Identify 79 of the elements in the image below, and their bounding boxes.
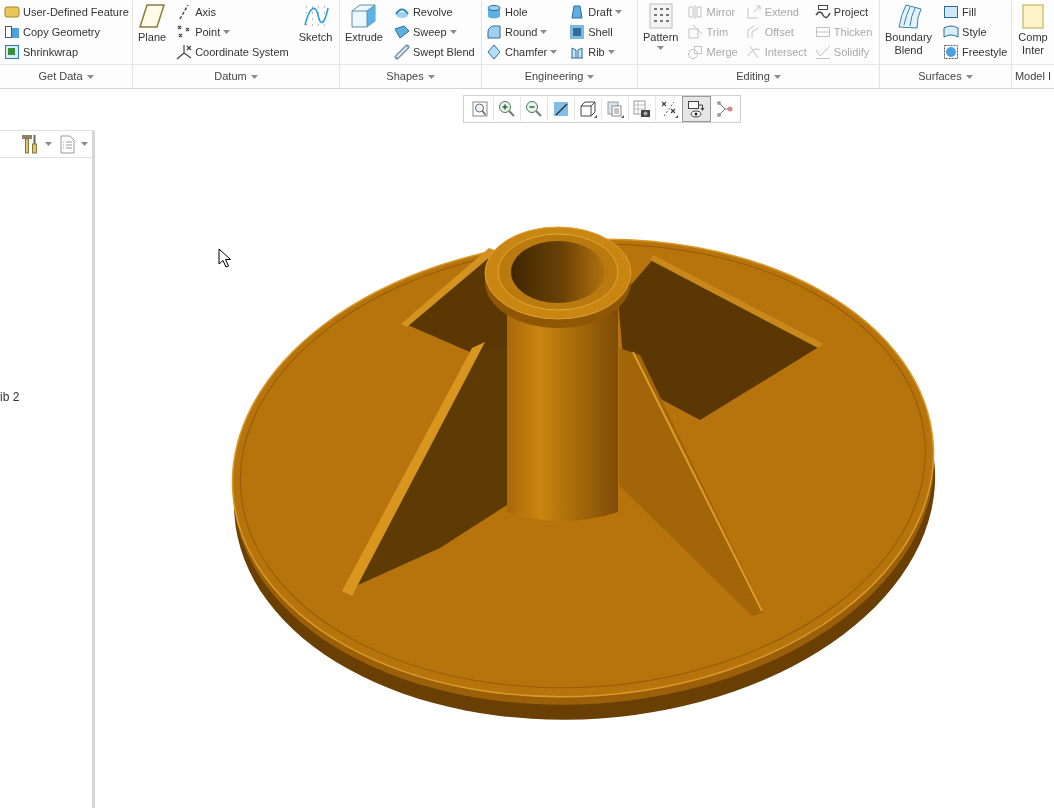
ribbon-button[interactable]: Hole bbox=[484, 2, 560, 22]
ribbon-large-button[interactable]: Pattern bbox=[640, 0, 682, 50]
zoom-out-icon bbox=[525, 100, 543, 118]
list-page-icon bbox=[60, 134, 75, 154]
curved-sheet-icon bbox=[943, 24, 960, 40]
ribbon-large-button[interactable]: Plane bbox=[135, 0, 170, 44]
ribbon-button[interactable]: Axis bbox=[174, 2, 291, 22]
branch-nodes-icon bbox=[714, 100, 733, 118]
magnifier-frame-icon bbox=[471, 100, 489, 118]
ribbon-button[interactable]: Swept Blend bbox=[391, 42, 477, 62]
ribbon-button[interactable]: Point bbox=[174, 22, 291, 42]
ribbon-group-menu[interactable]: Editing bbox=[736, 68, 781, 85]
eye-frame-icon bbox=[687, 100, 705, 118]
projected-curve-icon bbox=[814, 4, 831, 20]
ribbon-button[interactable]: Revolve bbox=[391, 2, 477, 22]
tools-dropdown-button[interactable] bbox=[21, 134, 52, 154]
tapered-block-icon bbox=[569, 4, 586, 20]
document-icon bbox=[1019, 3, 1047, 29]
ribbon-button[interactable]: Fill bbox=[941, 2, 1010, 22]
ribbon-button[interactable]: Freestyle bbox=[941, 42, 1010, 62]
ribbon-button[interactable]: Round bbox=[484, 22, 560, 42]
tube-icon bbox=[393, 44, 410, 60]
dot-grid-icon bbox=[646, 3, 675, 29]
crossing-curves-icon bbox=[745, 44, 762, 60]
ribbon-large-button[interactable]: Boundary Blend bbox=[882, 0, 936, 57]
cross-marks-icon bbox=[660, 100, 678, 118]
ribbon-large-button[interactable]: Comp Inter bbox=[1014, 0, 1052, 57]
ribbon-group-menu[interactable]: Surfaces bbox=[918, 68, 973, 85]
display-toggle-button[interactable] bbox=[683, 97, 710, 121]
cube-icon bbox=[349, 3, 378, 29]
tile-icon bbox=[4, 4, 20, 20]
framed-box-icon bbox=[4, 44, 20, 60]
tick-surface-icon bbox=[814, 44, 831, 60]
ribbon-large-button[interactable]: Sketch bbox=[295, 0, 336, 44]
stacked-pages-icon bbox=[606, 100, 624, 118]
mirrored-shapes-icon bbox=[687, 4, 704, 20]
ribbon-button[interactable]: Coordinate System bbox=[174, 42, 291, 62]
cut-square-icon bbox=[687, 24, 704, 40]
display-dropdown-button[interactable] bbox=[60, 134, 88, 154]
ball-frame-icon bbox=[943, 44, 960, 60]
zoom-in-icon bbox=[498, 100, 516, 118]
ribbon-group-menu[interactable]: Shapes bbox=[386, 68, 435, 85]
slab-icon bbox=[814, 24, 831, 40]
caret-icon bbox=[81, 142, 88, 146]
ribbon-button[interactable]: Shrinkwrap bbox=[2, 42, 131, 62]
ribbon-button[interactable]: Style bbox=[941, 22, 1010, 42]
curve-on-grid-icon bbox=[301, 3, 330, 29]
parallelogram-icon bbox=[138, 3, 167, 29]
rib-plate-icon bbox=[569, 44, 586, 60]
table-camera-icon bbox=[633, 100, 651, 118]
ribbon-group-menu[interactable]: Engineering bbox=[524, 68, 595, 85]
split-frame-icon bbox=[4, 24, 20, 40]
cylinder-icon bbox=[486, 4, 502, 20]
swept-block-icon bbox=[393, 24, 410, 40]
ribbon-group-menu[interactable]: Model I bbox=[1014, 68, 1052, 85]
pen-square-icon bbox=[552, 100, 570, 118]
ribbon-button[interactable]: Draft bbox=[567, 2, 625, 22]
ribbon-button[interactable]: Rib bbox=[567, 42, 625, 62]
filled-frame-icon bbox=[943, 4, 960, 20]
cube-outline-icon bbox=[579, 100, 597, 118]
ribbon-button[interactable]: Shell bbox=[567, 22, 625, 42]
caret-icon bbox=[45, 142, 52, 146]
rounded-edge-icon bbox=[486, 24, 502, 40]
hammer-screwdriver-icon bbox=[21, 134, 39, 154]
ribbon-button[interactable]: Copy Geometry bbox=[2, 22, 131, 42]
ribbon-large-button[interactable]: Extrude bbox=[342, 0, 386, 44]
corner-arrow-icon bbox=[745, 4, 762, 20]
diamond-icon bbox=[486, 44, 502, 60]
ribbon-button[interactable]: Chamfer bbox=[484, 42, 560, 62]
ribbon-group-menu[interactable]: Get Data bbox=[38, 68, 94, 85]
ribbon-group-menu[interactable]: Datum bbox=[214, 68, 258, 85]
mouse-pointer-icon bbox=[218, 248, 231, 268]
ribbon-button[interactable]: User-Defined Feature bbox=[2, 2, 131, 22]
hollow-square-icon bbox=[569, 24, 586, 40]
tree-item[interactable]: ib 2 bbox=[0, 390, 92, 404]
overlap-shapes-icon bbox=[687, 44, 704, 60]
ribbon-button[interactable]: Project bbox=[812, 2, 875, 22]
coordinate-axes-icon bbox=[176, 44, 193, 60]
ribbon-button[interactable]: Sweep bbox=[391, 22, 477, 42]
